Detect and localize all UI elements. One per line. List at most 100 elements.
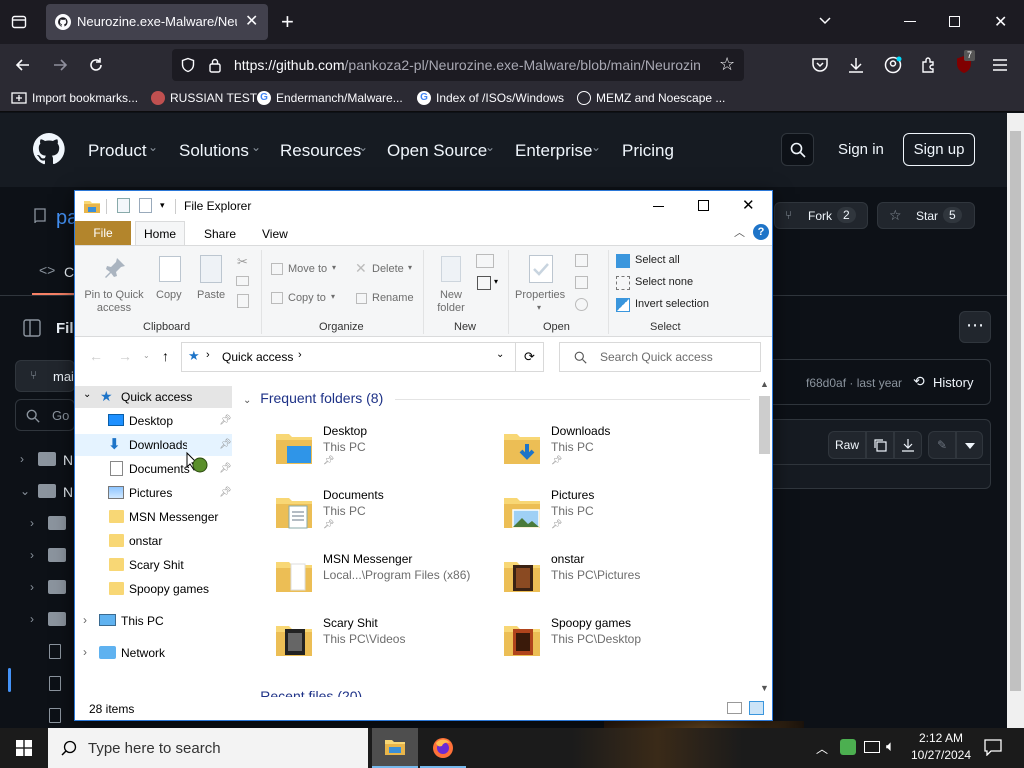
bookmark-item[interactable]: Import bookmarks... (11, 91, 138, 105)
rename-button[interactable]: Rename (372, 292, 414, 304)
properties-button[interactable]: Properties (515, 289, 565, 301)
scrollbar-thumb[interactable] (1010, 131, 1021, 691)
ribbon-tab-file[interactable]: File (75, 221, 131, 245)
new-folder-icon[interactable] (441, 256, 461, 282)
pin-icon[interactable]: 📌︎ (219, 463, 232, 474)
invert-selection-icon[interactable] (616, 298, 630, 312)
tree-chevron-icon[interactable]: › (30, 548, 34, 562)
close-window-icon[interactable]: ✕ (994, 12, 1007, 32)
scrollbar-thumb[interactable] (759, 396, 770, 454)
tree-chevron-icon[interactable]: › (30, 580, 34, 594)
qat-dropdown-icon[interactable]: ▾ (160, 200, 165, 211)
maximize-icon[interactable] (698, 200, 709, 211)
nav-pricing[interactable]: Pricing (622, 141, 674, 161)
download-raw-button[interactable] (894, 431, 922, 459)
history-link[interactable]: History (933, 375, 973, 390)
collapse-sidebar-icon[interactable] (23, 319, 41, 337)
open-icon[interactable] (575, 254, 588, 267)
ublock-origin-icon[interactable]: 7 (954, 50, 976, 76)
clock[interactable]: 2:12 AM 10/27/2024 (910, 730, 972, 766)
folder-tile[interactable]: Desktop This PC 📌︎ (275, 424, 485, 474)
nav-item-quick-access[interactable]: ⌄ ★ Quick access (75, 386, 232, 408)
nav-item-spoopy-games[interactable]: Spoopy games (75, 578, 232, 600)
tree-chevron-icon[interactable]: › (30, 612, 34, 626)
bookmark-star-icon[interactable]: ☆ (719, 54, 735, 75)
folder-tile[interactable]: onstar This PC\Pictures (503, 552, 713, 602)
branch-select[interactable]: ⑂ mai (15, 360, 75, 392)
more-options-button[interactable]: ⋯ (959, 311, 991, 343)
account-icon[interactable] (884, 56, 902, 74)
select-none-button[interactable]: Select none (635, 276, 693, 288)
nav-item-network[interactable]: › Network (75, 642, 232, 664)
lock-icon[interactable] (208, 57, 222, 73)
scroll-up-icon[interactable]: ▲ (760, 379, 769, 389)
select-none-icon[interactable] (616, 276, 630, 290)
list-all-tabs-icon[interactable] (818, 14, 832, 28)
expand-chevron-icon[interactable]: ⌄ (83, 389, 91, 400)
up-icon[interactable]: ↑ (162, 348, 169, 364)
nav-resources[interactable]: Resources (280, 141, 361, 161)
browser-tab-active[interactable]: Neurozine.exe-Malware/Neuro ✕ (46, 4, 268, 40)
copy-icon[interactable] (159, 256, 181, 282)
copy-to-button[interactable]: Copy to (288, 292, 326, 304)
taskbar-app-firefox[interactable] (420, 728, 466, 768)
ribbon-tab-share[interactable]: Share (204, 227, 236, 241)
new-folder-button[interactable]: New folder (433, 289, 469, 315)
properties-qat-icon[interactable] (117, 198, 130, 213)
back-icon[interactable]: ← (89, 348, 103, 364)
edit-file-button[interactable]: ✎ (928, 431, 956, 459)
recent-locations-icon[interactable]: ⌄ (143, 351, 150, 360)
go-to-file-input[interactable]: Go (15, 399, 75, 431)
edit-dropdown-button[interactable] (956, 431, 983, 459)
recent-files-header[interactable]: ⌄ Recent files (20) (243, 688, 362, 697)
cut-icon[interactable]: ✂ (237, 254, 248, 270)
paste-icon[interactable] (200, 255, 222, 283)
address-dropdown-icon[interactable]: ⌄ (496, 349, 504, 360)
rename-icon[interactable] (356, 293, 367, 304)
sign-in-link[interactable]: Sign in (838, 141, 884, 158)
show-hidden-icons-icon[interactable]: ︿ (816, 740, 828, 757)
expand-chevron-icon[interactable]: › (83, 645, 87, 659)
url-text[interactable]: https://github.com/pankoza2-pl/Neurozine… (234, 57, 712, 73)
bookmark-item[interactable]: RUSSIAN TEST (151, 91, 257, 105)
restore-window-icon[interactable] (949, 16, 960, 27)
nav-solutions[interactable]: Solutions (179, 141, 249, 161)
explorer-title-bar[interactable]: ▾ File Explorer ✕ (75, 191, 772, 221)
tree-item-label[interactable]: N (63, 484, 73, 500)
start-button[interactable] (0, 728, 48, 768)
new-item-icon[interactable] (476, 254, 494, 268)
tray-app-icon[interactable] (840, 739, 856, 755)
bookmark-item[interactable]: MEMZ and Noescape ... (577, 91, 725, 105)
paste-shortcut-icon[interactable] (237, 294, 249, 308)
forward-icon[interactable] (52, 57, 68, 73)
pin-icon[interactable]: 📌︎ (219, 415, 232, 426)
fork-button[interactable]: ⑂ Fork 2 (774, 202, 868, 229)
raw-button[interactable]: Raw (828, 431, 866, 459)
details-view-icon[interactable] (727, 702, 742, 714)
pocket-icon[interactable] (811, 56, 829, 74)
extensions-icon[interactable] (920, 56, 938, 74)
code-tab-icon[interactable]: <> (39, 262, 55, 278)
folder-tile[interactable]: MSN Messenger Local...\Program Files (x8… (275, 552, 485, 602)
ribbon-tab-home[interactable]: Home (135, 221, 185, 246)
select-all-icon[interactable] (616, 254, 630, 268)
edit-icon[interactable] (575, 276, 588, 289)
collapse-ribbon-icon[interactable]: ︿ (734, 224, 745, 240)
folder-tile[interactable]: Documents This PC 📌︎ (275, 488, 485, 538)
taskbar-search-box[interactable]: Type here to search (48, 728, 368, 768)
bookmark-item[interactable]: G Endermanch/Malware... (257, 91, 403, 105)
copy-path-icon[interactable] (236, 276, 249, 286)
history-icon[interactable] (575, 298, 588, 311)
commit-info[interactable]: f68d0af · last year (806, 376, 902, 390)
downloads-icon[interactable] (847, 56, 865, 74)
scroll-down-icon[interactable]: ▼ (760, 683, 769, 693)
tree-chevron-icon[interactable]: › (20, 452, 24, 466)
select-all-button[interactable]: Select all (635, 254, 680, 266)
nav-item-this-pc[interactable]: › This PC (75, 610, 232, 632)
expand-chevron-icon[interactable]: › (83, 613, 87, 627)
network-tray-icon[interactable] (864, 741, 880, 753)
star-button[interactable]: ☆ Star 5 (877, 202, 975, 229)
easy-access-icon[interactable] (477, 276, 491, 290)
nav-item-pictures[interactable]: Pictures 📌︎ (75, 482, 232, 504)
url-bar[interactable]: https://github.com/pankoza2-pl/Neurozine… (172, 49, 744, 81)
